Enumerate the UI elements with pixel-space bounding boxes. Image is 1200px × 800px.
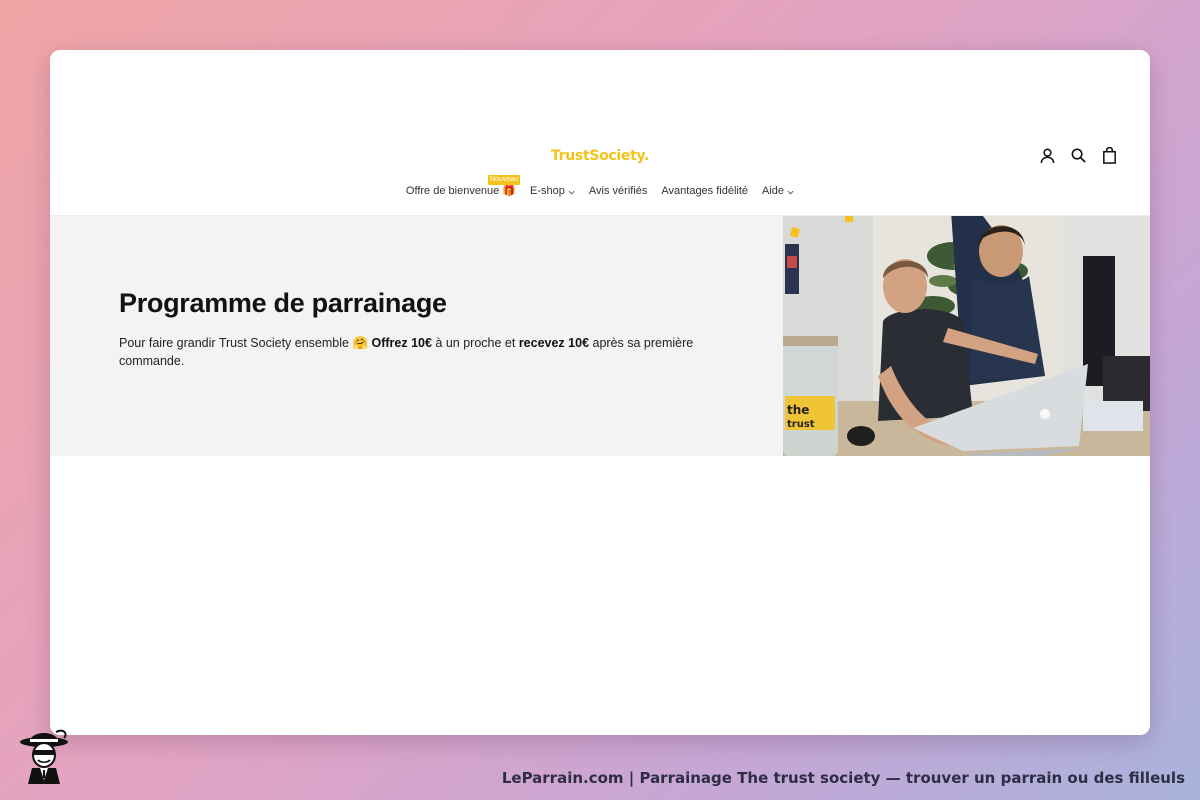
hero-photo: the trust	[783, 216, 1150, 456]
account-icon[interactable]	[1039, 147, 1056, 164]
svg-text:the: the	[787, 403, 809, 417]
nav-item-label: Avis vérifiés	[588, 184, 648, 197]
nav-item-loyalty[interactable]: Avantages fidélité	[661, 184, 748, 197]
nav-item-label: Aide	[762, 184, 785, 197]
nav-item-label: Avantages fidélité	[661, 184, 749, 197]
hero-banner: Programme de parrainage Pour faire grand…	[50, 216, 1150, 456]
hero-reward-highlight: recevez 10€	[518, 336, 590, 350]
chevron-down-icon	[568, 187, 575, 195]
nav-item-label: Offre de bienvenue 🎁	[405, 185, 517, 197]
hero-content: Programme de parrainage Pour faire grand…	[50, 216, 783, 456]
search-icon[interactable]	[1070, 147, 1087, 164]
site-logo[interactable]: TrustSociety.	[50, 148, 1150, 164]
hero-offer-highlight: Offrez 10€	[371, 336, 432, 350]
hero-text-part: Pour faire grandir Trust Society ensembl…	[119, 336, 372, 350]
nav-item-eshop[interactable]: E-shop	[530, 184, 575, 197]
hero-text-part: à un proche et	[431, 336, 519, 350]
cart-icon[interactable]	[1101, 146, 1118, 164]
header-icons	[1039, 146, 1118, 164]
nav-item-label: E-shop	[530, 184, 565, 197]
leparrain-mascot-icon	[18, 728, 70, 784]
new-badge: Nouveau	[488, 175, 521, 185]
nav-item-help[interactable]: Aide	[762, 184, 794, 197]
nav-item-welcome-offer[interactable]: Offre de bienvenue 🎁 Nouveau	[405, 175, 521, 197]
main-nav: Offre de bienvenue 🎁 Nouveau E-shop Avis…	[50, 175, 1150, 197]
svg-text:trust: trust	[787, 419, 815, 430]
footer-caption: LeParrain.com | Parrainage The trust soc…	[501, 769, 1185, 787]
site-header: TrustSociety. Offre de bienvenue 🎁 Nouve…	[50, 50, 1150, 216]
page-title: Programme de parrainage	[119, 288, 447, 318]
nav-item-reviews[interactable]: Avis vérifiés	[589, 184, 647, 197]
browser-window: TrustSociety. Offre de bienvenue 🎁 Nouve…	[50, 50, 1150, 735]
chevron-down-icon	[787, 187, 794, 195]
hero-description: Pour faire grandir Trust Society ensembl…	[119, 334, 719, 370]
